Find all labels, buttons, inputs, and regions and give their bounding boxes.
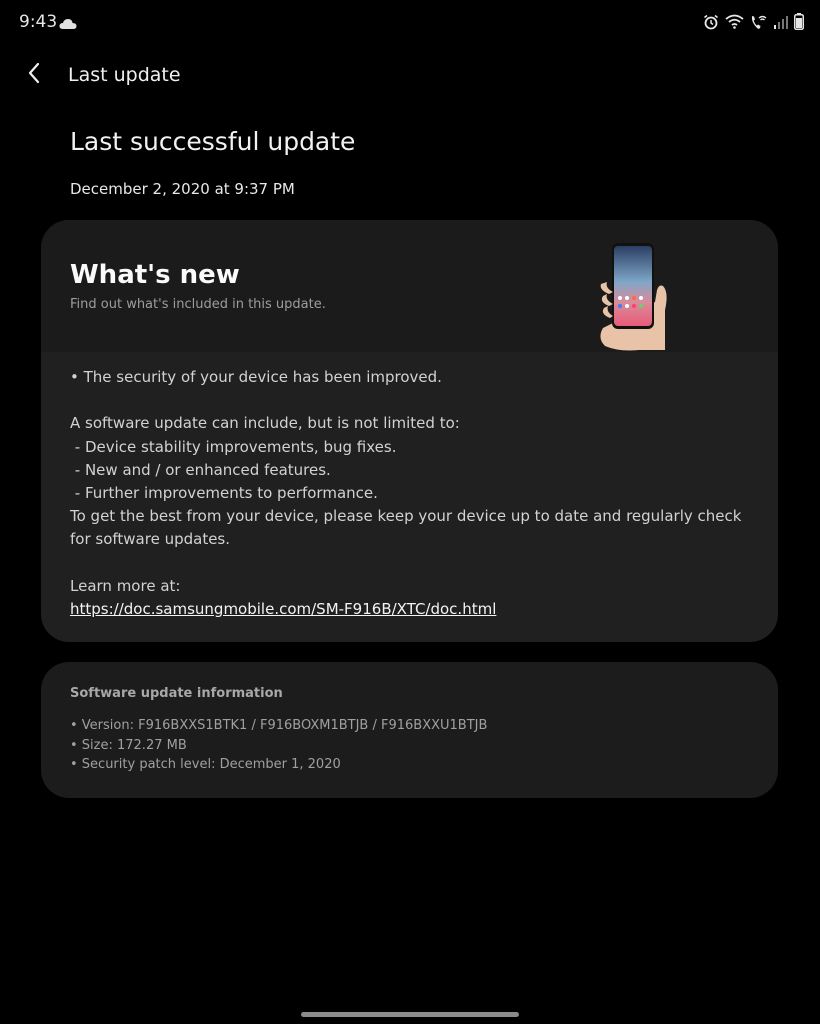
update-date: December 2, 2020 at 9:37 PM xyxy=(70,180,295,198)
update-info-patch-level: • Security patch level: December 1, 2020 xyxy=(70,757,341,773)
update-info-list: • Version: F916BXXS1BTK1 / F916BOXM1BTJB… xyxy=(70,716,487,775)
app-bar: Last update xyxy=(0,52,820,98)
note-line: - Device stability improvements, bug fix… xyxy=(70,437,397,456)
update-info-card: Software update information • Version: F… xyxy=(41,662,778,798)
whats-new-header: What's new Find out what's included in t… xyxy=(41,220,778,352)
wifi-icon xyxy=(725,14,744,33)
app-bar-title: Last update xyxy=(68,64,181,86)
status-time: 9:43 xyxy=(19,12,58,32)
note-line: A software update can include, but is no… xyxy=(70,414,460,433)
note-line: Learn more at: xyxy=(70,576,181,595)
status-bar: 9:43 xyxy=(0,0,820,46)
back-button[interactable] xyxy=(20,60,48,90)
cloud-icon xyxy=(59,15,77,34)
note-line: To get the best from your device, please… xyxy=(70,507,747,549)
note-line: - Further improvements to performance. xyxy=(70,484,378,502)
note-line-blank xyxy=(70,552,750,575)
alarm-icon xyxy=(703,14,719,34)
chevron-left-icon xyxy=(27,62,41,88)
release-notes: • The security of your device has been i… xyxy=(70,366,750,621)
update-info-title: Software update information xyxy=(70,686,283,701)
note-line: • The security of your device has been i… xyxy=(70,368,442,386)
update-info-version: • Version: F916BXXS1BTK1 / F916BOXM1BTJB… xyxy=(70,718,488,733)
note-line: - New and / or enhanced features. xyxy=(70,460,331,479)
home-indicator[interactable] xyxy=(301,1012,519,1017)
wifi-calling-icon xyxy=(750,14,768,34)
whats-new-subtitle: Find out what's included in this update. xyxy=(70,297,326,312)
whats-new-title: What's new xyxy=(70,260,240,290)
phone-in-hand-illustration xyxy=(599,240,671,356)
note-line-blank xyxy=(70,389,750,412)
status-icons xyxy=(703,13,804,34)
whats-new-card: What's new Find out what's included in t… xyxy=(41,220,778,642)
battery-icon xyxy=(794,13,804,34)
learn-more-link[interactable]: https://doc.samsungmobile.com/SM-F916B/X… xyxy=(70,600,496,618)
signal-icon xyxy=(774,14,788,33)
update-info-size: • Size: 172.27 MB xyxy=(70,737,187,753)
page-title: Last successful update xyxy=(70,127,356,156)
